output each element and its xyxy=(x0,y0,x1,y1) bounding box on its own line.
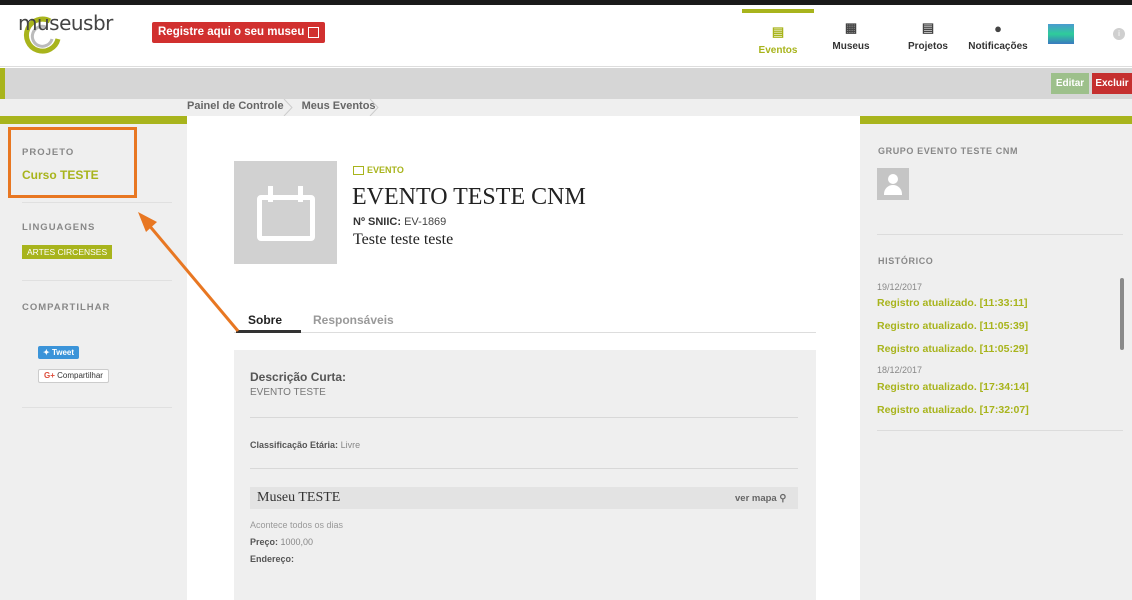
divider xyxy=(877,234,1123,235)
history-entry[interactable]: Registro atualizado. [11:33:11] xyxy=(877,297,1028,309)
calendar-icon: ▤ xyxy=(771,24,785,39)
divider xyxy=(877,430,1123,431)
age-rating: Classificação Etária: Livre xyxy=(250,440,361,450)
view-map-link[interactable]: ver mapa ⚲ xyxy=(735,493,786,504)
twitter-icon: ✦ xyxy=(43,348,52,357)
action-bar xyxy=(0,68,1132,99)
breadcrumb: Painel de Controle Meus Eventos xyxy=(187,100,376,112)
breadcrumb-item[interactable]: Meus Eventos xyxy=(302,100,376,112)
left-accent-strip xyxy=(0,116,187,124)
divider xyxy=(250,417,798,418)
document-icon: ▤ xyxy=(921,20,935,35)
nav-label: Eventos xyxy=(758,45,798,56)
breadcrumb-item[interactable]: Painel de Controle xyxy=(187,100,284,112)
register-museum-button[interactable]: Registre aqui o seu museu xyxy=(152,22,326,43)
history-entry[interactable]: Registro atualizado. [17:32:07] xyxy=(877,404,1029,416)
nav-label: Notificações xyxy=(968,40,1028,52)
nav-notificacoes[interactable]: ● Notificações xyxy=(958,5,1038,67)
info-icon[interactable]: i xyxy=(1113,28,1125,40)
short-description-value: EVENTO TESTE xyxy=(250,387,326,398)
nav-label: Museus xyxy=(832,41,870,52)
calendar-ring xyxy=(268,186,273,202)
compartilhar-title: COMPARTILHAR xyxy=(22,302,111,313)
history-title: HISTÓRICO xyxy=(878,256,934,266)
address-label: Endereço: xyxy=(250,554,295,564)
event-type-tag: EVENTO xyxy=(353,165,404,175)
building-icon xyxy=(308,27,320,38)
delete-button[interactable]: Excluir xyxy=(1092,73,1132,94)
breadcrumb-separator-icon xyxy=(283,99,293,116)
divider xyxy=(22,202,172,203)
history-entry[interactable]: Registro atualizado. [11:05:39] xyxy=(877,320,1028,332)
calendar-placeholder-icon xyxy=(257,195,315,241)
nav-museus[interactable]: ▦ Museus xyxy=(826,5,876,67)
event-subtitle: Teste teste teste xyxy=(353,231,454,248)
user-avatar[interactable] xyxy=(1048,24,1074,44)
sniic-number: Nº SNIIC: EV-1869 xyxy=(353,216,447,228)
chat-bubble-icon: ● xyxy=(994,20,1002,36)
nav-projetos[interactable]: ▤ Projetos xyxy=(898,5,958,67)
google-plus-icon: G+ xyxy=(44,371,55,380)
building-icon: ▦ xyxy=(844,20,858,35)
divider xyxy=(22,407,172,408)
site-logo[interactable]: museusbr xyxy=(18,11,113,35)
map-pin-icon: ⚲ xyxy=(779,493,787,504)
museum-name[interactable]: Museu TESTE xyxy=(257,490,340,506)
history-scrollbar[interactable] xyxy=(1120,278,1124,350)
history-entry[interactable]: Registro atualizado. [11:05:29] xyxy=(877,343,1028,355)
history-date: 19/12/2017 xyxy=(877,282,923,292)
google-share-button[interactable]: G+ Compartilhar xyxy=(38,369,109,383)
edit-button[interactable]: Editar xyxy=(1051,73,1089,94)
language-tag[interactable]: ARTES CIRCENSES xyxy=(22,245,113,259)
nav-label: Projetos xyxy=(907,41,948,52)
linguagens-title: LINGUAGENS xyxy=(22,222,96,233)
active-tab-indicator xyxy=(236,330,301,333)
divider xyxy=(250,468,798,469)
highlight-annotation-box xyxy=(8,127,137,198)
tweet-button[interactable]: ✦ Tweet xyxy=(38,346,80,359)
divider xyxy=(22,280,172,281)
tab-responsaveis[interactable]: Responsáveis xyxy=(313,313,394,327)
group-member-avatar[interactable] xyxy=(877,168,909,200)
event-title: EVENTO TESTE CNM xyxy=(352,184,586,210)
history-entry[interactable]: Registro atualizado. [17:34:14] xyxy=(877,381,1029,393)
short-description-label: Descrição Curta: xyxy=(250,370,347,384)
history-date: 18/12/2017 xyxy=(877,365,923,375)
tab-sobre[interactable]: Sobre xyxy=(248,313,282,327)
calendar-ring xyxy=(298,186,303,202)
group-title: GRUPO EVENTO TESTE CNM xyxy=(878,146,1019,156)
nav-eventos[interactable]: ▤ Eventos xyxy=(742,9,814,67)
breadcrumb-separator-icon xyxy=(369,99,379,116)
tabs-divider xyxy=(234,332,816,333)
right-accent-strip xyxy=(860,116,1132,124)
price: Preço: 1000,00 xyxy=(250,537,314,547)
calendar-icon xyxy=(353,165,364,175)
breadcrumb-row xyxy=(0,99,1132,116)
frequency-text: Acontece todos os dias xyxy=(250,520,344,530)
